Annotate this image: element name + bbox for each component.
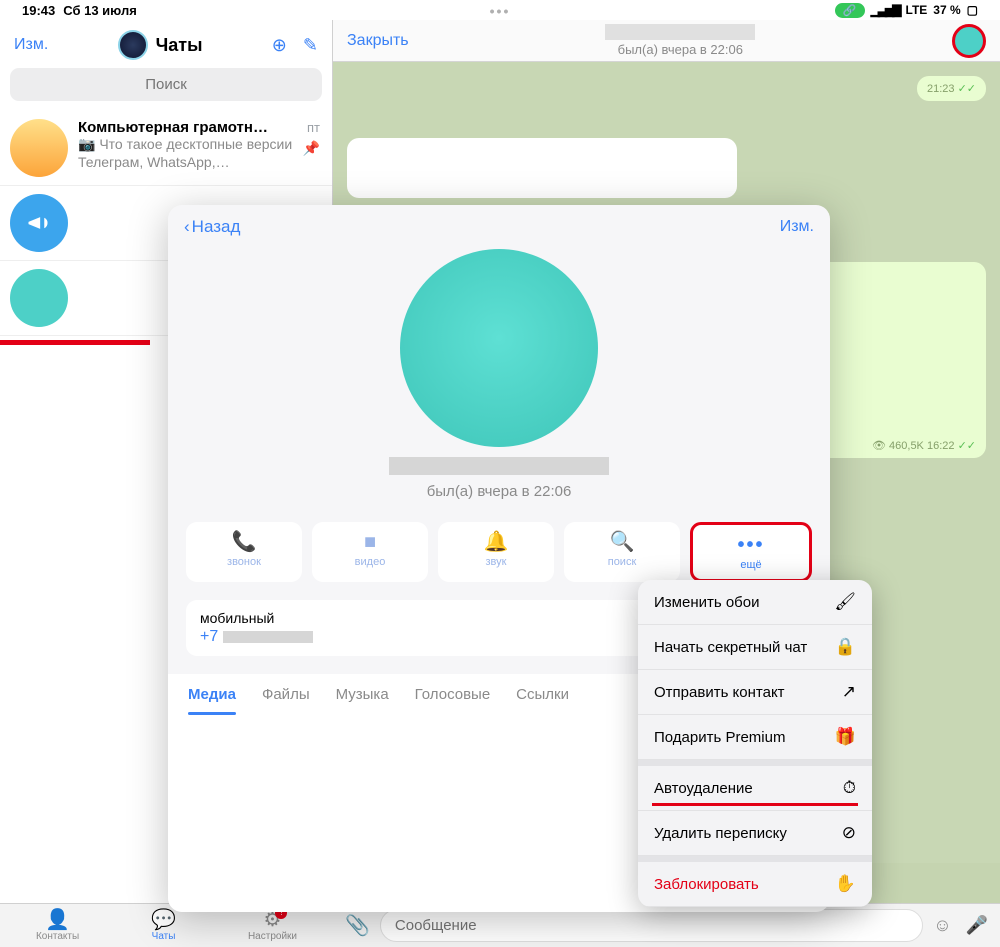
header-avatar-highlighted[interactable] <box>952 24 986 58</box>
tab-files[interactable]: Файлы <box>262 686 310 703</box>
tab-chats[interactable]: 💬 Чаты <box>151 910 176 942</box>
stickers-icon[interactable]: ☺ <box>933 915 951 936</box>
tab-label: Контакты <box>36 931 79 942</box>
battery-pct: 37 % <box>933 3 960 17</box>
tab-voice[interactable]: Голосовые <box>415 686 491 703</box>
close-button[interactable]: Закрыть <box>347 32 409 50</box>
tab-links[interactable]: Ссылки <box>516 686 569 703</box>
hand-icon: ✋ <box>835 874 856 894</box>
modal-edit-button[interactable]: Изм. <box>780 218 814 236</box>
tab-media[interactable]: Медиа <box>188 686 236 703</box>
menu-delete-chat[interactable]: Удалить переписку ⊘ <box>638 811 872 856</box>
share-icon: ↗ <box>842 682 856 702</box>
message-bubble[interactable] <box>347 138 737 198</box>
menu-label: Заблокировать <box>654 876 759 893</box>
profile-name <box>389 457 609 475</box>
menu-label: Автоудаление <box>654 780 753 797</box>
message-bubble[interactable]: 21:23 ✓✓ <box>917 76 986 101</box>
menu-label: Начать секретный чат <box>654 639 807 656</box>
attach-icon[interactable]: 📎 <box>345 913 370 938</box>
settings-icon: ⚙! <box>264 910 282 930</box>
link-badge-icon: 🔗 <box>835 3 865 18</box>
chat-item[interactable]: Компьютерная грамотност… пт 📷 Что такое … <box>0 111 332 186</box>
call-button[interactable]: 📞 звонок <box>186 522 302 582</box>
chat-last-seen: был(а) вчера в 22:06 <box>618 42 743 57</box>
action-label: поиск <box>608 556 637 568</box>
gift-icon: 🎁 <box>835 727 856 747</box>
action-label: видео <box>355 556 386 568</box>
search-input[interactable] <box>10 68 322 101</box>
add-story-icon[interactable]: ⊕ <box>272 35 287 56</box>
window-drag-handle[interactable]: ••• <box>490 3 511 19</box>
menu-block[interactable]: Заблокировать ✋ <box>638 862 872 907</box>
bell-icon: 🔔 <box>484 532 509 552</box>
edit-chats-button[interactable]: Изм. <box>14 36 48 54</box>
menu-auto-delete[interactable]: Автоудаление ⏱ <box>638 766 872 811</box>
status-bar: 19:43 Сб 13 июля ••• 🔗 ▁▃▅▇ LTE 37 % ▢ <box>0 0 1000 20</box>
battery-icon: ▢ <box>967 3 978 17</box>
network-type: LTE <box>906 3 928 17</box>
tab-settings[interactable]: ⚙! Настройки <box>248 910 297 942</box>
menu-label: Отправить контакт <box>654 684 785 701</box>
menu-label: Изменить обои <box>654 594 759 611</box>
tab-label: Настройки <box>248 931 297 942</box>
message-input[interactable] <box>380 909 923 942</box>
status-date: Сб 13 июля <box>63 3 137 18</box>
chat-avatar <box>10 269 68 327</box>
read-check-icon: ✓✓ <box>958 83 976 95</box>
more-context-menu: Изменить обои 🖌 Начать секретный чат 🔒 О… <box>638 580 872 907</box>
menu-gift-premium[interactable]: Подарить Premium 🎁 <box>638 715 872 760</box>
signal-icon: ▁▃▅▇ <box>871 3 900 17</box>
chat-header: Закрыть был(а) вчера в 22:06 <box>333 20 1000 62</box>
menu-label: Подарить Premium <box>654 729 785 746</box>
tab-music[interactable]: Музыка <box>336 686 389 703</box>
sidebar-header: Изм. Чаты ⊕ ✎ <box>0 20 332 68</box>
lock-icon: 🔒 <box>835 637 856 657</box>
profile-avatar[interactable] <box>400 249 598 447</box>
chat-time: пт <box>307 120 320 135</box>
more-icon: ••• <box>737 535 764 555</box>
action-label: звук <box>486 556 507 568</box>
timer-icon: ⏱ <box>843 778 856 798</box>
search-in-chat-button[interactable]: 🔍 поиск <box>564 522 680 582</box>
video-icon: ■ <box>364 532 376 552</box>
menu-secret-chat[interactable]: Начать секретный чат 🔒 <box>638 625 872 670</box>
contacts-icon: 👤 <box>45 910 70 930</box>
back-button[interactable]: ‹Назад <box>184 217 240 237</box>
search-icon: 🔍 <box>610 532 635 552</box>
menu-label: Удалить переписку <box>654 825 787 842</box>
more-button[interactable]: ••• ещё <box>690 522 812 582</box>
action-label: ещё <box>740 559 761 571</box>
story-ring-avatar[interactable] <box>118 30 148 60</box>
tab-contacts[interactable]: 👤 Контакты <box>36 910 79 942</box>
chevron-left-icon: ‹ <box>184 217 190 237</box>
action-label: звонок <box>227 556 261 568</box>
chat-preview: 📷 Что такое десктопные версии Телеграм, … <box>78 136 297 170</box>
pin-icon: 📌 <box>303 140 320 157</box>
compose-icon[interactable]: ✎ <box>303 35 318 56</box>
chat-contact-name <box>605 24 755 40</box>
voice-icon[interactable]: 🎤 <box>966 915 988 936</box>
brush-icon: 🖌 <box>834 592 856 612</box>
chat-avatar <box>10 194 68 252</box>
speech-x-icon: ⊘ <box>842 823 856 843</box>
menu-change-wallpaper[interactable]: Изменить обои 🖌 <box>638 580 872 625</box>
mute-button[interactable]: 🔔 звук <box>438 522 554 582</box>
video-button[interactable]: ■ видео <box>312 522 428 582</box>
status-time: 19:43 <box>22 3 55 18</box>
profile-last-seen: был(а) вчера в 22:06 <box>186 483 812 500</box>
phone-icon: 📞 <box>232 532 257 552</box>
annotation-underline <box>0 340 150 345</box>
sidebar-title: Чаты <box>156 35 203 56</box>
chat-avatar <box>10 119 68 177</box>
tab-label: Чаты <box>152 931 176 942</box>
chats-icon: 💬 <box>151 910 176 930</box>
menu-share-contact[interactable]: Отправить контакт ↗ <box>638 670 872 715</box>
chat-name: Компьютерная грамотност… <box>78 119 268 136</box>
